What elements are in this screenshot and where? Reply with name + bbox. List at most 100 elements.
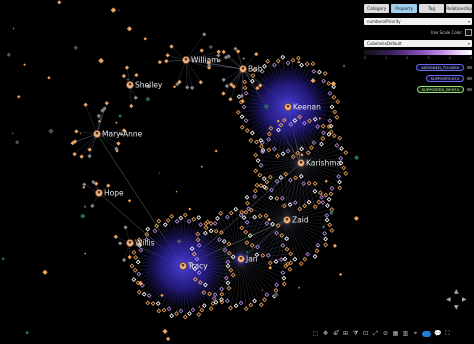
ring-node[interactable] (248, 302, 254, 308)
leaf-node[interactable] (82, 182, 87, 187)
scatter-node[interactable] (158, 172, 161, 174)
scatter-node[interactable] (6, 52, 11, 57)
leaf-node[interactable] (113, 234, 118, 239)
scatter-node[interactable] (115, 121, 118, 124)
ring-node[interactable] (261, 176, 267, 181)
palette-select[interactable]: CubehelixDefault ▾ (364, 40, 472, 47)
filter-icon[interactable]: ⧩ (352, 330, 359, 337)
ring-node[interactable] (182, 314, 188, 320)
scatter-node[interactable] (175, 190, 178, 193)
scatter-node[interactable] (110, 7, 117, 13)
relationship-pill-supported-by[interactable]: SUPPORTED_BY:974 (416, 86, 464, 93)
ring-node[interactable] (265, 58, 271, 64)
leaf-node[interactable] (233, 46, 238, 51)
leaf-node[interactable] (199, 48, 204, 53)
ring-node[interactable] (252, 298, 258, 304)
leaf-node[interactable] (127, 255, 132, 260)
leaf-node[interactable] (157, 59, 162, 65)
ring-node[interactable] (239, 124, 245, 130)
ring-node[interactable] (295, 55, 301, 61)
pan-right-icon[interactable]: ▶ (462, 297, 467, 303)
scatter-node[interactable] (73, 45, 79, 51)
ring-node[interactable] (325, 203, 330, 208)
leaf-node[interactable] (165, 53, 170, 58)
ring-node[interactable] (196, 312, 202, 317)
leaf-node[interactable] (185, 85, 190, 90)
ring-node[interactable] (323, 242, 329, 248)
leaf-node[interactable] (96, 113, 101, 119)
property-select[interactable]: numberofPriority ▾ (364, 18, 472, 25)
leaf-node[interactable] (190, 85, 195, 91)
leaf-node[interactable] (116, 141, 121, 146)
ring-node[interactable] (334, 114, 340, 120)
ring-node[interactable] (258, 302, 264, 308)
pan-up-icon[interactable]: ▲ (454, 289, 459, 295)
layout-icon[interactable]: ⊞ (342, 330, 349, 337)
ring-node[interactable] (329, 207, 335, 212)
scatter-node[interactable] (15, 140, 20, 145)
leaf-node[interactable] (202, 32, 207, 37)
ring-node[interactable] (178, 308, 184, 314)
tab-property[interactable]: Property (391, 4, 417, 13)
scatter-node[interactable] (79, 132, 82, 135)
scatter-node[interactable] (11, 132, 14, 135)
relationship-pill-assigned[interactable]: ASSIGNED_TO:0000 (416, 64, 464, 71)
scatter-node[interactable] (242, 57, 245, 60)
scatter-node[interactable] (82, 185, 86, 189)
scatter-node[interactable] (354, 155, 360, 161)
ring-node[interactable] (280, 54, 286, 60)
scale-color-checkbox[interactable] (465, 28, 472, 36)
leaf-node[interactable] (123, 225, 128, 230)
leaf-node[interactable] (216, 49, 221, 54)
ring-node[interactable] (343, 150, 349, 155)
leaf-node[interactable] (164, 58, 169, 64)
chart-icon[interactable]: ▥ (402, 330, 409, 337)
scatter-node[interactable] (188, 207, 192, 211)
ring-node[interactable] (228, 305, 234, 311)
zoom-icon[interactable]: ⊕ (332, 330, 339, 337)
leaf-node[interactable] (83, 102, 88, 107)
ring-node[interactable] (268, 195, 274, 201)
scatter-node[interactable] (127, 199, 132, 203)
pin-icon[interactable]: ⌖ (412, 330, 419, 337)
scatter-node[interactable] (165, 336, 171, 341)
ring-node[interactable] (233, 303, 239, 309)
scatter-node[interactable] (84, 252, 87, 255)
scatter-node[interactable] (118, 9, 120, 12)
ring-node[interactable] (267, 174, 273, 180)
ring-node[interactable] (266, 147, 272, 153)
leaf-node[interactable] (221, 91, 226, 96)
scatter-node[interactable] (12, 27, 15, 30)
scatter-node[interactable] (353, 215, 359, 221)
pan-navigator[interactable]: ▲ ▼ ◀ ▶ (446, 289, 468, 311)
leaf-node[interactable] (133, 95, 138, 100)
ring-node[interactable] (190, 307, 196, 313)
leaf-node[interactable] (87, 153, 92, 159)
scatter-node[interactable] (162, 328, 168, 334)
move-icon[interactable]: ✥ (322, 330, 329, 337)
scatter-node[interactable] (42, 269, 48, 275)
scatter-node[interactable] (83, 205, 87, 209)
ring-node[interactable] (264, 179, 270, 185)
ring-node[interactable] (271, 62, 277, 68)
ring-node[interactable] (201, 303, 207, 309)
scatter-node[interactable] (268, 266, 272, 270)
leaf-node[interactable] (124, 65, 130, 70)
comment-icon[interactable]: 💬 (434, 330, 441, 337)
ring-node[interactable] (284, 246, 290, 252)
leaf-node[interactable] (106, 183, 111, 188)
toggle-icon[interactable]: · (422, 330, 431, 338)
ring-node[interactable] (138, 247, 144, 253)
ring-node[interactable] (287, 266, 293, 272)
ring-node[interactable] (254, 182, 260, 188)
ring-node[interactable] (187, 311, 192, 316)
ring-node[interactable] (155, 301, 161, 306)
ring-node[interactable] (337, 135, 343, 141)
scatter-node[interactable] (321, 225, 326, 229)
scatter-node[interactable] (126, 26, 132, 32)
scatter-node[interactable] (16, 95, 21, 99)
scatter-node[interactable] (198, 306, 201, 308)
leaf-node[interactable] (90, 203, 95, 208)
pan-down-icon[interactable]: ▼ (454, 305, 459, 311)
scatter-node[interactable] (298, 286, 301, 289)
